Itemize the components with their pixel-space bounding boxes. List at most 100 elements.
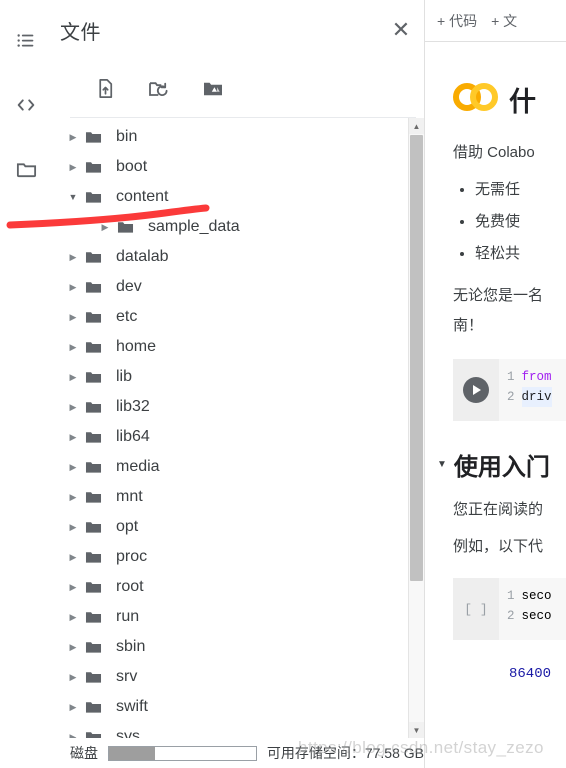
tree-item-dev[interactable]: ▶ dev [52,272,408,302]
files-toolbar [70,60,416,118]
tree-item-media[interactable]: ▶ media [52,452,408,482]
chevron-right-icon[interactable]: ▶ [62,372,84,383]
tree-item-label: root [116,578,144,595]
code-line: 1 from [507,367,566,387]
code-cell-seconds[interactable]: [ ] 1 seco 2 seco [453,578,566,640]
chevron-right-icon[interactable]: ▶ [62,582,84,593]
tree-item-sbin[interactable]: ▶ sbin [52,632,408,662]
chevron-down-icon[interactable]: ▼ [437,459,447,470]
tree-item-lib[interactable]: ▶ lib [52,362,408,392]
tree-item-label: opt [116,518,139,535]
tree-item-boot[interactable]: ▶ boot [52,152,408,182]
chevron-right-icon[interactable]: ▶ [62,432,84,443]
feature-list-item: 免费使 [475,210,566,231]
folder-icon [84,578,110,597]
chevron-right-icon[interactable]: ▶ [62,492,84,503]
tree-item-label: swift [116,698,148,715]
colab-logo-icon [453,83,499,116]
add-text-cell-button[interactable]: + 文 [491,11,517,31]
chevron-right-icon[interactable]: ▶ [94,222,116,233]
folder-icon [84,638,110,657]
files-icon[interactable] [11,154,41,184]
tree-item-label: lib [116,368,133,385]
tree-item-sample_data[interactable]: ▶ sample_data [52,212,408,242]
description-paragraph: 无论您是一名 南！ [453,281,566,341]
folder-icon [84,158,110,177]
code-line: 2 driv [507,387,566,407]
tree-item-bin[interactable]: ▶ bin [52,122,408,152]
file-tree-scrollbar[interactable]: ▲ ▼ [408,118,424,738]
code-cell-drive-source[interactable]: 1 from 2 driv [499,359,566,421]
chevron-right-icon[interactable]: ▶ [62,522,84,533]
notebook-pane: + 代码 + 文 什 借助 Colabo 无需任免费使轻松共 无论您是一名南！ [425,0,566,768]
chevron-right-icon[interactable]: ▶ [62,342,84,353]
chevron-right-icon[interactable]: ▶ [62,312,84,323]
tree-item-home[interactable]: ▶ home [52,332,408,362]
mount-drive-icon[interactable] [198,74,228,104]
code-cell-seconds-source[interactable]: 1 seco 2 seco [499,578,566,640]
disk-usage-bar [108,745,257,761]
tree-item-sys[interactable]: ▶ sys [52,722,408,738]
tree-item-srv[interactable]: ▶ srv [52,662,408,692]
chevron-down-icon[interactable]: ▼ [62,192,84,202]
folder-icon [84,428,110,447]
chevron-right-icon[interactable]: ▶ [62,612,84,623]
tree-item-mnt[interactable]: ▶ mnt [52,482,408,512]
scroll-up-icon[interactable]: ▲ [409,118,424,134]
folder-icon [84,518,110,537]
folder-icon [116,218,142,237]
notebook-content: 什 借助 Colabo 无需任免费使轻松共 无论您是一名南！ 1 from 2 … [425,42,566,682]
chevron-right-icon[interactable]: ▶ [62,282,84,293]
folder-icon [84,488,110,507]
chevron-right-icon[interactable]: ▶ [62,642,84,653]
tree-item-label: etc [116,308,138,325]
disk-usage-fill [109,746,155,760]
tree-item-label: sample_data [148,218,240,235]
upload-file-icon[interactable] [90,74,120,104]
run-cell-button[interactable] [453,359,499,421]
cell-idle-prompt: [ ] [464,601,488,617]
chevron-right-icon[interactable]: ▶ [62,732,84,739]
tree-item-run[interactable]: ▶ run [52,602,408,632]
tree-item-datalab[interactable]: ▶ datalab [52,242,408,272]
code-snippets-icon[interactable] [11,90,41,120]
tree-item-proc[interactable]: ▶ proc [52,542,408,572]
tree-item-label: media [116,458,160,475]
chevron-right-icon[interactable]: ▶ [62,702,84,713]
tree-item-swift[interactable]: ▶ swift [52,692,408,722]
disk-label: 磁盘 [70,745,98,761]
code-cell-drive[interactable]: 1 from 2 driv [453,359,566,421]
chevron-right-icon[interactable]: ▶ [62,462,84,473]
section-header[interactable]: ▼ 使用入门 [437,447,566,482]
files-panel-header: 文件 ✕ [52,0,424,60]
line-number: 1 [507,370,515,384]
folder-icon [84,398,110,417]
code-token: from [521,370,552,384]
tree-item-lib64[interactable]: ▶ lib64 [52,422,408,452]
tree-item-label: mnt [116,488,143,505]
tree-item-root[interactable]: ▶ root [52,572,408,602]
files-panel-title: 文件 [60,21,101,44]
add-code-cell-button[interactable]: + 代码 [437,11,477,31]
run-cell-button-2[interactable]: [ ] [453,578,499,640]
scrollbar-thumb[interactable] [410,135,423,582]
chevron-right-icon[interactable]: ▶ [62,552,84,563]
chevron-right-icon[interactable]: ▶ [62,402,84,413]
notebook-toolbar: + 代码 + 文 [425,0,566,42]
refresh-folder-icon[interactable] [144,74,174,104]
chevron-right-icon[interactable]: ▶ [62,672,84,683]
files-panel: 文件 ✕ ▶ bin ▶ boot ▼ content ▶ sample_dat… [52,0,425,768]
tree-item-etc[interactable]: ▶ etc [52,302,408,332]
scroll-down-icon[interactable]: ▼ [409,722,424,738]
tree-item-opt[interactable]: ▶ opt [52,512,408,542]
chevron-right-icon[interactable]: ▶ [62,132,84,143]
tree-item-label: sys [116,728,140,738]
chevron-right-icon[interactable]: ▶ [62,162,84,173]
chevron-right-icon[interactable]: ▶ [62,252,84,263]
section-line-1: 您正在阅读的 [453,501,544,518]
tree-item-lib32[interactable]: ▶ lib32 [52,392,408,422]
tree-item-label: bin [116,128,138,145]
toc-icon[interactable] [11,26,41,56]
close-icon[interactable]: ✕ [384,13,418,47]
tree-item-content[interactable]: ▼ content [52,182,408,212]
